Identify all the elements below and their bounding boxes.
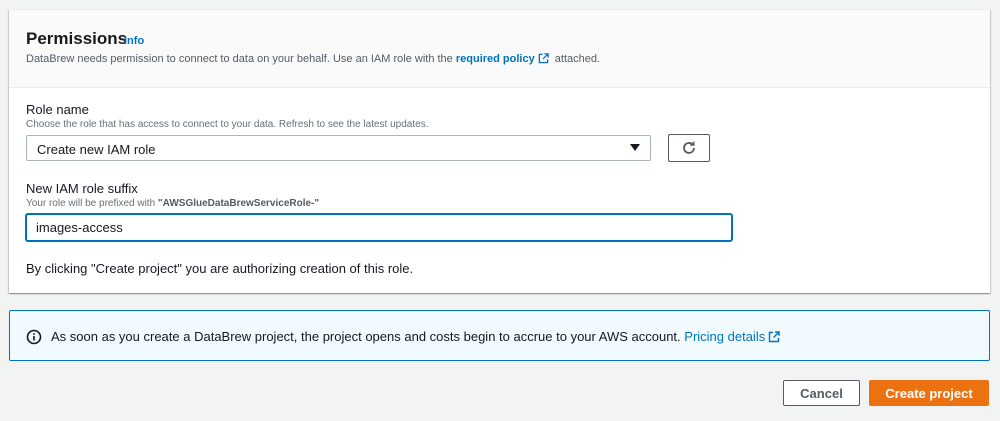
authorization-note: By clicking "Create project" you are aut… <box>26 261 414 276</box>
role-suffix-description-prefix: Your role will be prefixed with <box>26 198 156 209</box>
description-prefix: DataBrew needs permission to connect to … <box>26 53 453 65</box>
role-suffix-description: Your role will be prefixed with "AWSGlue… <box>26 198 319 209</box>
external-link-icon[interactable] <box>538 53 549 64</box>
pricing-details-label[interactable]: Pricing details <box>684 329 765 344</box>
caret-down-icon[interactable] <box>630 144 640 151</box>
info-link[interactable]: Info <box>124 35 144 47</box>
permissions-title: Permissions <box>26 29 128 48</box>
alert-message: As soon as you create a DataBrew project… <box>51 329 681 344</box>
permissions-header: Permissions Info DataBrew needs permissi… <box>9 10 990 88</box>
role-prefix-value: "AWSGlueDataBrewServiceRole-" <box>157 198 320 209</box>
refresh-button[interactable] <box>668 134 710 162</box>
required-policy-link[interactable]: required policy <box>456 53 552 65</box>
role-name-label: Role name <box>26 102 89 117</box>
alert-text: As soon as you create a DataBrew project… <box>51 329 783 344</box>
pricing-details-link[interactable]: Pricing details <box>684 329 783 344</box>
info-circle-icon <box>26 329 42 345</box>
required-policy-label[interactable]: required policy <box>456 53 535 65</box>
permissions-description: DataBrew needs permission to connect to … <box>26 53 600 65</box>
role-suffix-input[interactable] <box>26 214 732 241</box>
external-link-icon[interactable] <box>768 331 780 343</box>
refresh-icon[interactable] <box>681 140 697 156</box>
description-suffix: attached. <box>554 53 601 65</box>
permissions-panel: Permissions Info DataBrew needs permissi… <box>9 9 990 293</box>
role-suffix-label: New IAM role suffix <box>26 181 138 196</box>
pricing-alert: As soon as you create a DataBrew project… <box>9 310 990 361</box>
create-project-button[interactable]: Create project <box>869 380 989 406</box>
cancel-button[interactable]: Cancel <box>783 380 860 406</box>
role-name-select[interactable]: Create new IAM role <box>26 135 651 161</box>
role-name-description: Choose the role that has access to conne… <box>26 119 429 130</box>
role-name-selected-value[interactable]: Create new IAM role <box>37 142 156 157</box>
